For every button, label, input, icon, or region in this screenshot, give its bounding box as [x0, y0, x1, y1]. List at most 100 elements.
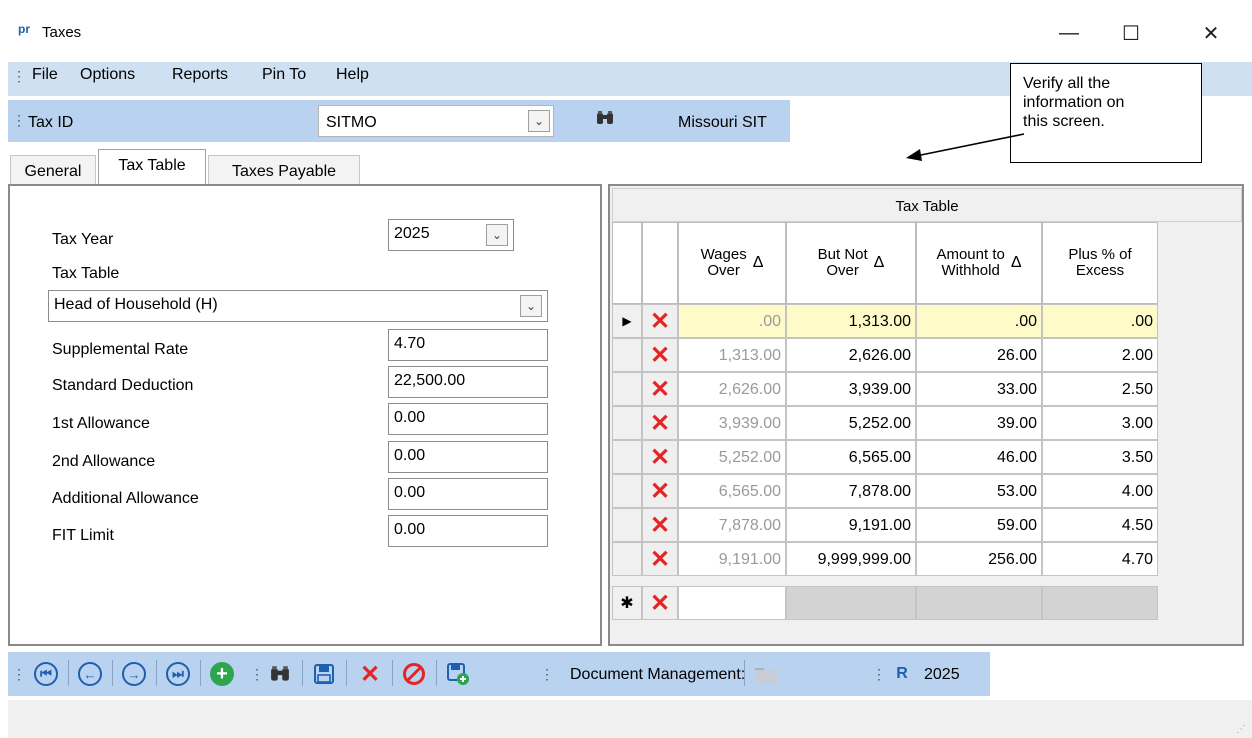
row-selector[interactable]	[612, 542, 642, 576]
cell-amount-to-withhold[interactable]: 26.00	[916, 338, 1042, 372]
first-allowance-input[interactable]: 0.00	[388, 403, 548, 435]
tab-taxes-payable[interactable]: Taxes Payable	[208, 155, 360, 185]
cell-wages-over[interactable]: 5,252.00	[678, 440, 786, 474]
next-record-icon[interactable]: →	[120, 660, 148, 688]
menu-file[interactable]: File	[32, 66, 58, 84]
tax-table-dropdown-icon[interactable]: ⌄	[520, 295, 542, 317]
menu-reports[interactable]: Reports	[172, 66, 228, 84]
tax-year-label: Tax Year	[52, 231, 114, 248]
last-record-icon[interactable]: ⏭	[164, 660, 192, 688]
row-selector[interactable]	[612, 338, 642, 372]
cell-but-not-over[interactable]: 9,191.00	[786, 508, 916, 542]
cell-wages-over[interactable]: 1,313.00	[678, 338, 786, 372]
toolbar-separator	[436, 660, 437, 686]
cell-plus-percent-excess[interactable]: .00	[1042, 304, 1158, 338]
cell-but-not-over[interactable]: 9,999,999.00	[786, 542, 916, 576]
search-binoculars-icon[interactable]	[266, 660, 294, 688]
row-selector[interactable]	[612, 474, 642, 508]
cell-wages-over[interactable]: 9,191.00	[678, 542, 786, 576]
save-icon[interactable]	[310, 660, 338, 688]
minimize-button[interactable]: —	[1044, 12, 1094, 54]
row-selector[interactable]	[612, 508, 642, 542]
cell-but-not-over[interactable]: 1,313.00	[786, 304, 916, 338]
sort-icon: Δ	[1010, 254, 1022, 271]
row-selector-current[interactable]: ▶	[612, 304, 642, 338]
cell-wages-over[interactable]: 7,878.00	[678, 508, 786, 542]
save-new-icon[interactable]	[444, 660, 472, 688]
cell-wages-over[interactable]: 2,626.00	[678, 372, 786, 406]
folder-icon[interactable]	[752, 660, 780, 688]
column-header-plus-percent-excess[interactable]: Plus % of Excess	[1042, 222, 1158, 304]
second-allowance-label: 2nd Allowance	[52, 453, 156, 470]
delete-row-icon[interactable]: ✕	[642, 542, 678, 576]
maximize-button[interactable]: ☐	[1106, 12, 1156, 54]
new-row-cell[interactable]	[678, 586, 786, 620]
cell-amount-to-withhold[interactable]: 46.00	[916, 440, 1042, 474]
delete-row-icon[interactable]: ✕	[642, 508, 678, 542]
grid-title: Tax Table	[612, 188, 1242, 222]
cell-amount-to-withhold[interactable]: .00	[916, 304, 1042, 338]
header-line: Wages	[700, 246, 747, 263]
cell-but-not-over[interactable]: 2,626.00	[786, 338, 916, 372]
cell-plus-percent-excess[interactable]: 3.00	[1042, 406, 1158, 440]
delete-icon[interactable]: ✕	[356, 660, 384, 688]
menu-help[interactable]: Help	[336, 66, 369, 84]
tab-general[interactable]: General	[10, 155, 96, 185]
tab-tax-table[interactable]: Tax Table	[98, 149, 206, 185]
delete-row-icon[interactable]: ✕	[642, 440, 678, 474]
second-allowance-input[interactable]: 0.00	[388, 441, 548, 473]
additional-allowance-input[interactable]: 0.00	[388, 478, 548, 510]
row-selector[interactable]	[612, 372, 642, 406]
row-selector[interactable]	[612, 440, 642, 474]
cell-but-not-over[interactable]: 6,565.00	[786, 440, 916, 474]
cell-plus-percent-excess[interactable]: 2.00	[1042, 338, 1158, 372]
header-line: Excess	[1075, 262, 1125, 279]
cell-wages-over[interactable]: 6,565.00	[678, 474, 786, 508]
tax-table-select[interactable]: Head of Household (H)	[48, 290, 548, 322]
fit-limit-input[interactable]: 0.00	[388, 515, 548, 547]
header-line: Withhold	[941, 262, 1000, 279]
cell-amount-to-withhold[interactable]: 59.00	[916, 508, 1042, 542]
cell-plus-percent-excess[interactable]: 4.00	[1042, 474, 1158, 508]
first-record-icon[interactable]: ⏮	[32, 660, 60, 688]
column-header-amount-to-withhold[interactable]: Amount to Withhold Δ	[916, 222, 1042, 304]
cell-wages-over[interactable]: 3,939.00	[678, 406, 786, 440]
header-line: But Not	[817, 246, 868, 263]
row-selector[interactable]	[612, 406, 642, 440]
menu-options[interactable]: Options	[80, 66, 135, 84]
delete-row-icon[interactable]: ✕	[642, 406, 678, 440]
resize-grip-icon[interactable]: ⋰	[1236, 724, 1246, 735]
cell-amount-to-withhold[interactable]: 39.00	[916, 406, 1042, 440]
delete-row-icon[interactable]: ✕	[642, 474, 678, 508]
cell-plus-percent-excess[interactable]: 4.50	[1042, 508, 1158, 542]
cell-amount-to-withhold[interactable]: 53.00	[916, 474, 1042, 508]
delete-row-icon[interactable]: ✕	[642, 372, 678, 406]
cell-but-not-over[interactable]: 3,939.00	[786, 372, 916, 406]
previous-record-icon[interactable]: ←	[76, 660, 104, 688]
cancel-icon[interactable]	[400, 660, 428, 688]
new-row-marker-icon[interactable]: ✱	[612, 586, 642, 620]
standard-deduction-input[interactable]: 22,500.00	[388, 366, 548, 398]
binoculars-icon[interactable]	[596, 110, 614, 131]
cell-plus-percent-excess[interactable]: 2.50	[1042, 372, 1158, 406]
cell-amount-to-withhold[interactable]: 256.00	[916, 542, 1042, 576]
column-header-wages-over[interactable]: Wages Over Δ	[678, 222, 786, 304]
supplemental-rate-input[interactable]: 4.70	[388, 329, 548, 361]
column-header-but-not-over[interactable]: But Not Over Δ	[786, 222, 916, 304]
cell-plus-percent-excess[interactable]: 3.50	[1042, 440, 1158, 474]
add-record-icon[interactable]: +	[208, 660, 236, 688]
menu-pin-to[interactable]: Pin To	[262, 66, 306, 84]
delete-row-icon[interactable]: ✕	[642, 586, 678, 620]
close-button[interactable]: ✕	[1186, 12, 1236, 54]
cell-amount-to-withhold[interactable]: 33.00	[916, 372, 1042, 406]
tax-id-dropdown-icon[interactable]: ⌄	[528, 110, 550, 132]
cell-plus-percent-excess[interactable]: 4.70	[1042, 542, 1158, 576]
cell-but-not-over[interactable]: 7,878.00	[786, 474, 916, 508]
cell-wages-over[interactable]: .00	[678, 304, 786, 338]
tax-name: Missouri SIT	[678, 114, 767, 131]
delete-row-icon[interactable]: ✕	[642, 304, 678, 338]
delete-column-header	[642, 222, 678, 304]
delete-row-icon[interactable]: ✕	[642, 338, 678, 372]
tax-year-dropdown-icon[interactable]: ⌄	[486, 224, 508, 246]
cell-but-not-over[interactable]: 5,252.00	[786, 406, 916, 440]
